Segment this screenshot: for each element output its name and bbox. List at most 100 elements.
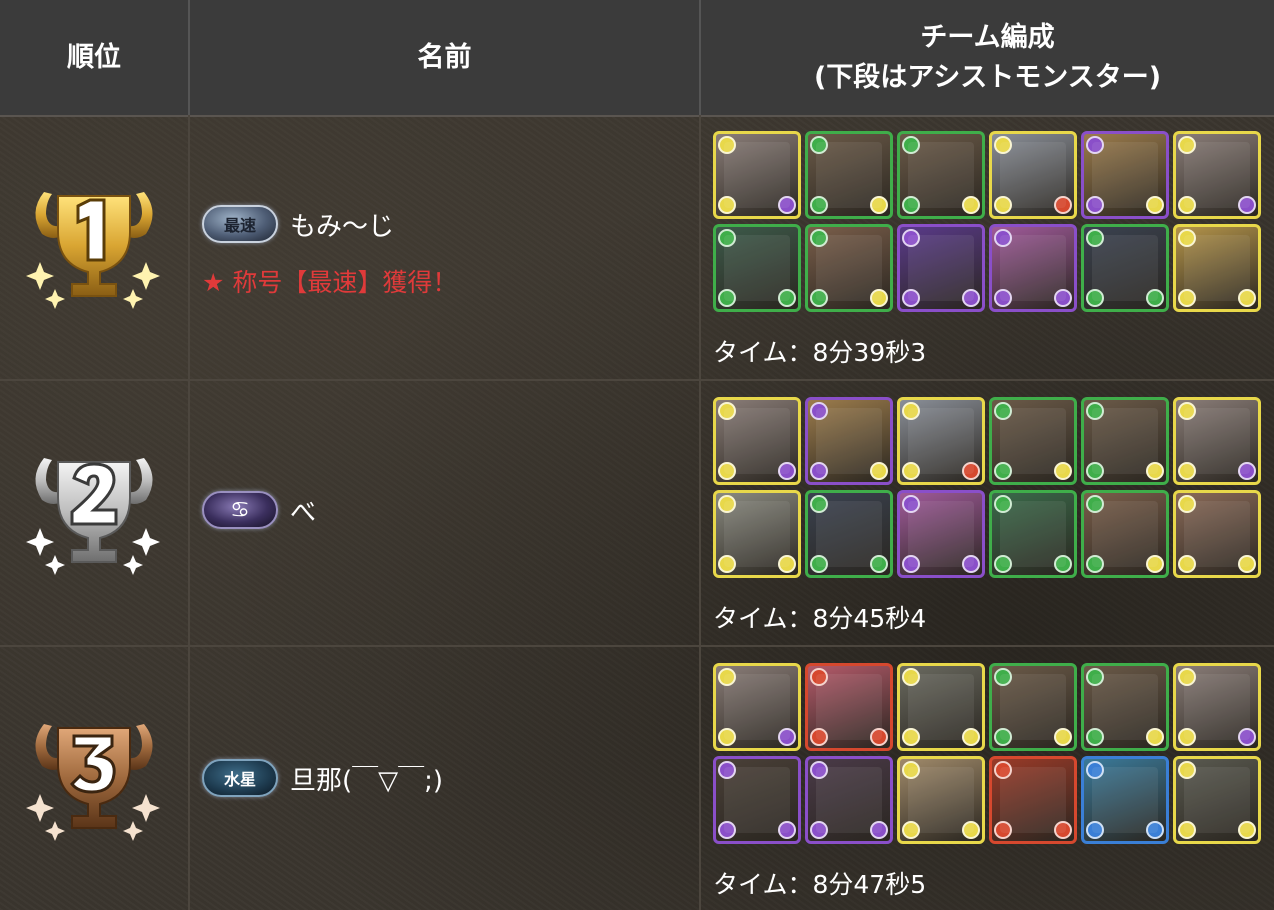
team-monster-icon[interactable] [1173, 131, 1261, 219]
light-attribute-icon [718, 136, 736, 154]
team-monster-icon[interactable] [805, 131, 893, 219]
dark-sub-attribute-icon [1238, 728, 1256, 746]
dark-sub-attribute-icon [1054, 289, 1072, 307]
assist-monster-icon[interactable] [1081, 490, 1169, 578]
dark-sub-attribute-icon [778, 728, 796, 746]
team-cell: タイム：8分45秒4 [701, 381, 1274, 645]
dark-attribute-icon [810, 761, 828, 779]
assist-monster-icon[interactable] [1081, 224, 1169, 312]
assist-monster-icon[interactable] [897, 756, 985, 844]
assist-monster-icon[interactable] [805, 224, 893, 312]
clear-time: タイム：8分45秒4 [713, 604, 927, 633]
dark-sub-attribute-icon [962, 289, 980, 307]
dark-sub-attribute-icon [962, 555, 980, 573]
light-type-icon [718, 555, 736, 573]
light-type-icon [718, 462, 736, 480]
team-cell: タイム：8分39秒3 [701, 115, 1274, 379]
player-name[interactable]: 旦那(￣▽￣;) [290, 760, 443, 797]
team-monster-icon[interactable] [805, 663, 893, 751]
clear-time: タイム：8分47秒5 [713, 870, 927, 899]
assist-monster-icon[interactable] [1173, 490, 1261, 578]
team-monster-icon[interactable] [897, 131, 985, 219]
assist-monster-icon[interactable] [713, 224, 801, 312]
header-team-line2: (下段はアシストモンスター) [813, 61, 1162, 93]
wood-sub-attribute-icon [778, 289, 796, 307]
light-sub-attribute-icon [870, 462, 888, 480]
rank-cell [0, 381, 190, 645]
fire-sub-attribute-icon [962, 462, 980, 480]
light-sub-attribute-icon [870, 196, 888, 214]
team-monster-icon[interactable] [1081, 397, 1169, 485]
wood-attribute-icon [994, 495, 1012, 513]
wood-attribute-icon [994, 402, 1012, 420]
dark-sub-attribute-icon [1238, 462, 1256, 480]
clear-time: タイム：8分39秒3 [713, 338, 927, 367]
team-monster-icon[interactable] [1081, 663, 1169, 751]
name-line: 水星 旦那(￣▽￣;) [202, 759, 443, 797]
wood-sub-attribute-icon [870, 555, 888, 573]
assist-monster-icon[interactable] [897, 224, 985, 312]
dark-type-icon [902, 555, 920, 573]
light-attribute-icon [902, 668, 920, 686]
assist-monster-icon[interactable] [805, 490, 893, 578]
assist-monster-icon[interactable] [713, 490, 801, 578]
team-monster-icon[interactable] [805, 397, 893, 485]
light-sub-attribute-icon [1238, 821, 1256, 839]
light-type-icon [1178, 196, 1196, 214]
light-sub-attribute-icon [1054, 728, 1072, 746]
rank-cell [0, 647, 190, 910]
gold-trophy-icon [26, 192, 160, 309]
team-monster-icon[interactable] [897, 397, 985, 485]
light-attribute-icon [1178, 136, 1196, 154]
assist-monster-icon[interactable] [897, 490, 985, 578]
team-monster-icon[interactable] [1173, 663, 1261, 751]
light-attribute-icon [718, 495, 736, 513]
player-name[interactable]: べ [290, 492, 316, 529]
assist-monster-icon[interactable] [1081, 756, 1169, 844]
ranking-table: 順位 名前 チーム編成 (下段はアシストモンスター) 最速 もみ〜じ ★ 称号【… [0, 0, 1274, 910]
team-grid [713, 397, 1261, 578]
dark-type-icon [718, 821, 736, 839]
dark-attribute-icon [902, 229, 920, 247]
light-attribute-icon [902, 761, 920, 779]
team-monster-icon[interactable] [989, 397, 1077, 485]
name-cell: 水星 旦那(￣▽￣;) [190, 647, 701, 910]
team-monster-icon[interactable] [1081, 131, 1169, 219]
name-line: 最速 もみ〜じ [202, 205, 394, 243]
wood-type-icon [994, 555, 1012, 573]
player-name[interactable]: もみ〜じ [290, 206, 394, 243]
team-monster-icon[interactable] [989, 663, 1077, 751]
light-sub-attribute-icon [962, 728, 980, 746]
light-sub-attribute-icon [1238, 555, 1256, 573]
team-cell: タイム：8分47秒5 [701, 647, 1274, 910]
team-monster-icon[interactable] [1173, 397, 1261, 485]
light-type-icon [902, 728, 920, 746]
wood-type-icon [1086, 462, 1104, 480]
wood-sub-attribute-icon [1146, 289, 1164, 307]
light-sub-attribute-icon [1146, 196, 1164, 214]
dark-attribute-icon [1086, 136, 1104, 154]
ranking-row: 水星 旦那(￣▽￣;) タイム：8分47秒5 [0, 647, 1274, 910]
assist-monster-icon[interactable] [713, 756, 801, 844]
title-badge: 水星 [202, 759, 278, 797]
assist-monster-icon[interactable] [989, 224, 1077, 312]
team-monster-icon[interactable] [713, 663, 801, 751]
assist-monster-icon[interactable] [805, 756, 893, 844]
team-monster-icon[interactable] [713, 131, 801, 219]
team-monster-icon[interactable] [713, 397, 801, 485]
light-type-icon [1178, 821, 1196, 839]
light-type-icon [1178, 728, 1196, 746]
assist-monster-icon[interactable] [1173, 756, 1261, 844]
dark-sub-attribute-icon [1238, 196, 1256, 214]
wood-type-icon [994, 462, 1012, 480]
light-type-icon [718, 728, 736, 746]
assist-monster-icon[interactable] [989, 490, 1077, 578]
assist-monster-icon[interactable] [989, 756, 1077, 844]
silver-trophy-icon [26, 458, 160, 575]
name-line: ♋ べ [202, 491, 316, 529]
team-monster-icon[interactable] [897, 663, 985, 751]
team-monster-icon[interactable] [989, 131, 1077, 219]
header-team: チーム編成 (下段はアシストモンスター) [701, 0, 1274, 115]
header-name: 名前 [190, 0, 701, 115]
assist-monster-icon[interactable] [1173, 224, 1261, 312]
